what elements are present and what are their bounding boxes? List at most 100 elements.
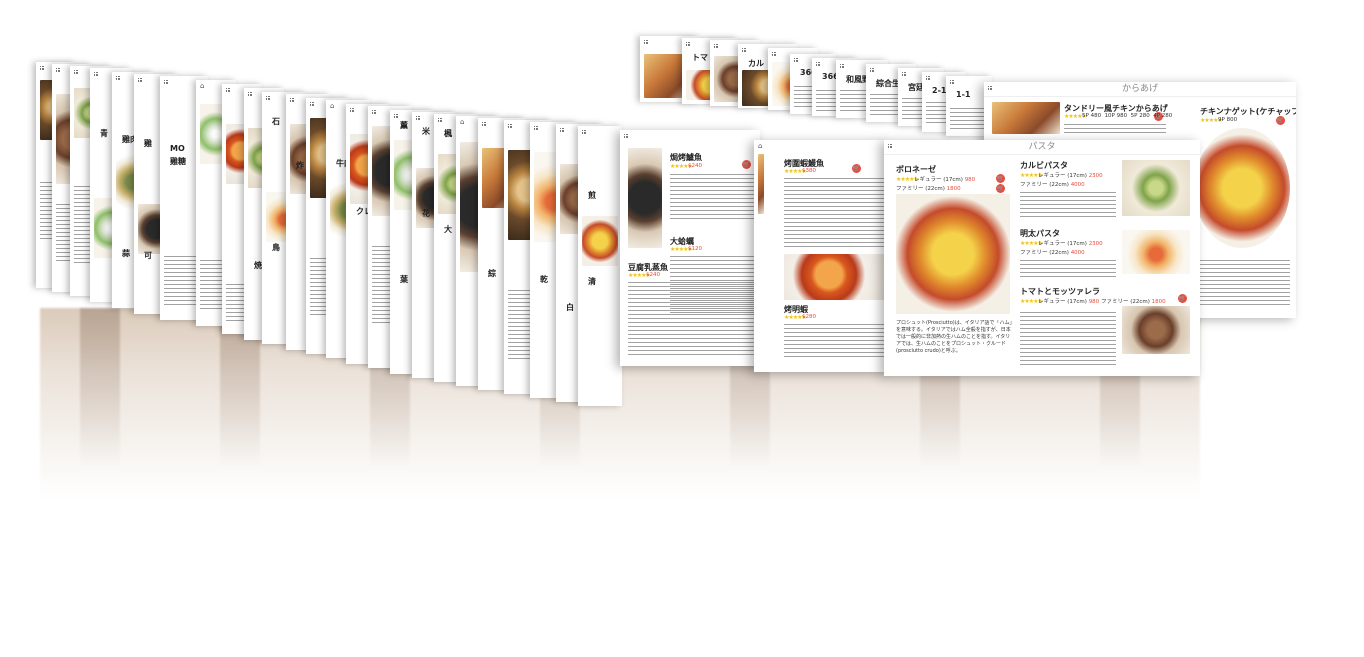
- dish-price: $240: [688, 163, 702, 169]
- regular-label: レギュラー: [1038, 173, 1066, 179]
- dish-title: トマトとモッツァレラ: [1020, 287, 1100, 296]
- page-card-title: 綜合生: [876, 79, 900, 88]
- stack-viewer: トマト カル 366 366 和風野 綜合生 宮廷 2-1 1-1 からあげ タ…: [0, 0, 1364, 657]
- grid-icon: [265, 95, 271, 101]
- family-price-value: 4000: [1070, 182, 1085, 188]
- dish-price: $380: [802, 168, 816, 174]
- regular-size: (17cm): [1067, 173, 1087, 179]
- page-card-title: 白: [566, 303, 574, 312]
- grid-icon: [415, 115, 421, 121]
- price-2: 5P 280: [1130, 113, 1150, 119]
- home-icon[interactable]: ⌂: [758, 142, 762, 150]
- grid-icon: [869, 67, 875, 73]
- page-card-title: カル: [748, 59, 764, 68]
- grid-icon: [163, 79, 169, 85]
- grid-icon: [225, 87, 231, 93]
- grid-icon: [437, 117, 443, 123]
- regular-size: (17cm): [943, 177, 963, 183]
- family-size: (22cm): [1049, 182, 1069, 188]
- grid-icon: [309, 101, 315, 107]
- family-price-value: 1800: [1151, 299, 1166, 305]
- nugget-price: 9P 800: [1218, 117, 1238, 123]
- regular-price: レギュラー (17cm) 2300: [1038, 171, 1103, 179]
- regular-size: (17cm): [1067, 299, 1087, 305]
- regular-price: レギュラー (17cm) 2300: [1038, 239, 1103, 247]
- page-card-title: 可: [144, 251, 152, 260]
- cart-icon[interactable]: 🛒: [852, 164, 861, 173]
- grid-icon: [393, 113, 399, 119]
- page-card-title: 炸: [296, 161, 304, 170]
- grid-icon: [115, 75, 121, 81]
- bolognese-description: プロシュット(Prosciutto)は、イタリア語で「ハム」を意味する。イタリア…: [896, 320, 1013, 354]
- grid-icon: [839, 63, 845, 69]
- page-card-title: 雞糖: [170, 157, 186, 166]
- cart-icon[interactable]: 🛒: [996, 174, 1005, 183]
- karaage-header: からあげ: [984, 82, 1296, 97]
- grid-icon: [137, 77, 143, 83]
- regular-price: レギュラー (17cm) 980 ファミリー (22cm) 1800: [1038, 297, 1166, 305]
- cart-icon[interactable]: 🛒: [1178, 294, 1187, 303]
- grid-icon: [481, 121, 487, 127]
- home-icon[interactable]: ⌂: [460, 118, 464, 126]
- cart-icon[interactable]: 🛒: [742, 160, 751, 169]
- regular-size: (17cm): [1067, 241, 1087, 247]
- page-card-title: 米: [422, 127, 430, 136]
- cart-icon[interactable]: 🛒: [1276, 116, 1285, 125]
- grid-icon: [93, 71, 99, 77]
- regular-label: レギュラー: [1038, 241, 1066, 247]
- family-price: ファミリー (22cm) 1800: [896, 184, 961, 192]
- family-label: ファミリー: [1020, 182, 1048, 188]
- grid-icon: [581, 129, 587, 135]
- home-icon[interactable]: ⌂: [330, 102, 334, 110]
- grid-icon: [685, 41, 691, 47]
- dish-title: 焗烤鱸魚: [670, 153, 702, 162]
- grid-icon: [771, 51, 777, 57]
- grid-icon: [507, 123, 513, 129]
- grid-icon: [949, 79, 955, 85]
- dish-price: $240: [646, 272, 660, 278]
- grid-icon: [371, 109, 377, 115]
- family-size: (22cm): [1049, 250, 1069, 256]
- dish-price: $120: [688, 246, 702, 252]
- grid-icon: [533, 125, 539, 131]
- family-size: (22cm): [1130, 299, 1150, 305]
- page-card-title: 清: [588, 277, 596, 286]
- cart-icon[interactable]: 🛒: [996, 184, 1005, 193]
- page-card-title: 焼: [254, 261, 262, 270]
- family-price: ファミリー (22cm) 4000: [1020, 180, 1085, 188]
- menu-card-chinese-1[interactable]: 焗烤鱸魚 🛒 ★★★★★ $240 大蛤蠣 ★★★★★ $120 豆腐乳蒸魚 ★…: [620, 130, 760, 366]
- grid-icon: [901, 71, 907, 77]
- grid-icon: [741, 47, 747, 53]
- menu-card-chinese-2[interactable]: ⌂ 烤圍蝦鰻魚 🛒 ★★★★★ $380 烤明蝦 ★★★★★ $280: [754, 140, 888, 372]
- page-card-title: 花: [422, 209, 430, 218]
- grid-icon: [815, 61, 821, 67]
- page-card[interactable]: 煎 清: [578, 126, 622, 406]
- regular-label: レギュラー: [1038, 299, 1066, 305]
- regular-price-value: 980: [1088, 299, 1100, 305]
- dish-title: カルビパスタ: [1020, 161, 1068, 170]
- price-0: 5P 480: [1082, 113, 1102, 119]
- page-card-title: 煎: [588, 191, 596, 200]
- pasta-header: パスタ: [884, 140, 1200, 155]
- regular-label: レギュラー: [914, 177, 942, 183]
- page-card-title: 石: [272, 117, 280, 126]
- grid-icon: [925, 75, 931, 81]
- regular-price-value: 2300: [1088, 241, 1103, 247]
- page-card-title: 大: [444, 225, 452, 234]
- price-1: 10P 980: [1104, 113, 1128, 119]
- family-label: ファミリー: [1020, 250, 1048, 256]
- dish-title: 明太パスタ: [1020, 229, 1060, 238]
- grid-icon: [643, 39, 649, 45]
- dish-title: ボロネーゼ: [896, 165, 936, 174]
- family-label: ファミリー: [896, 186, 924, 192]
- menu-card-pasta[interactable]: パスタ ボロネーゼ ★★★★★ レギュラー (17cm) 980 🛒 ファミリー…: [884, 140, 1200, 376]
- regular-price: レギュラー (17cm) 980: [914, 175, 975, 183]
- page-card-title: 蒜: [122, 249, 130, 258]
- page-card-title: 葉: [400, 275, 408, 284]
- page-card-title: 雞: [144, 139, 152, 148]
- page-card-title: 綜: [488, 269, 496, 278]
- page-card-title: 1-1: [956, 90, 971, 99]
- home-icon[interactable]: ⌂: [200, 82, 204, 90]
- page-card-title: 薫: [400, 121, 408, 130]
- grid-icon: [39, 65, 45, 71]
